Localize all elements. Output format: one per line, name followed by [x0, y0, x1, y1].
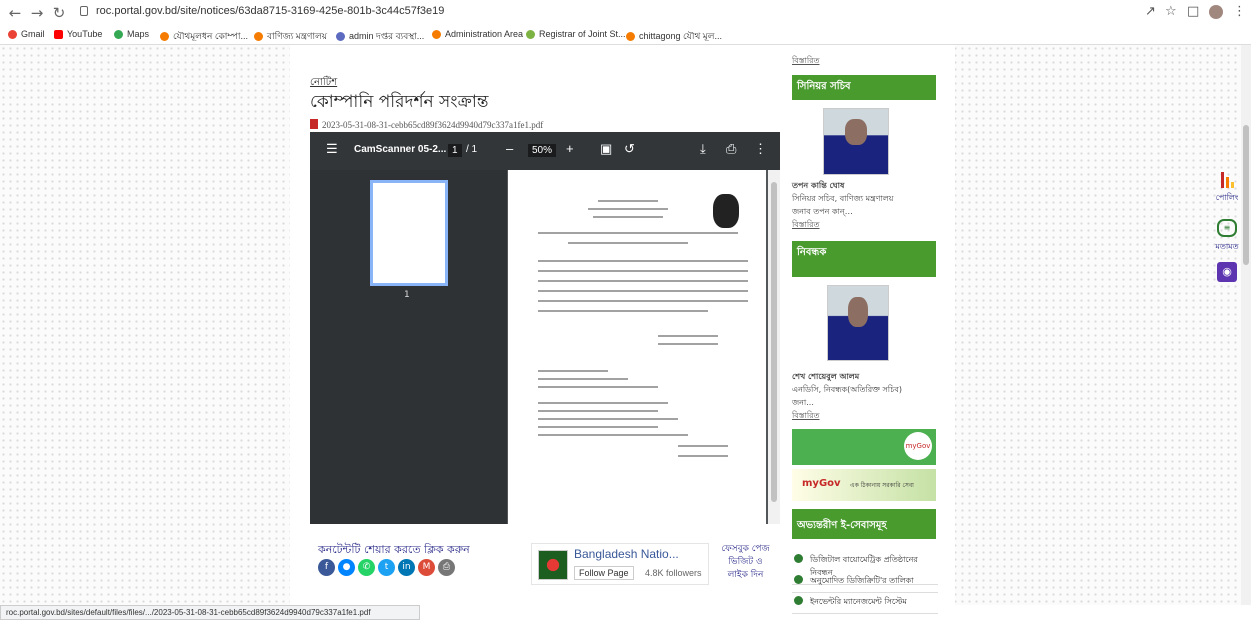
zoom-out-icon[interactable]: –: [506, 141, 513, 156]
lock-icon: [80, 6, 88, 16]
bookmark-roc[interactable]: যৌথমূলধন কোম্পা...: [160, 29, 248, 44]
browser-chrome: ← → ↻ roc.portal.gov.bd/site/notices/63d…: [0, 0, 1251, 45]
registrar-photo: [827, 285, 889, 361]
senior-secretary-heading: সিনিয়র সচিব: [792, 75, 936, 100]
sidepanel-icon[interactable]: □: [1187, 4, 1199, 19]
print-icon[interactable]: ⎙: [726, 141, 736, 157]
status-bar: roc.portal.gov.bd/sites/default/files/fi…: [0, 605, 420, 620]
social-share-buttons: f ● ✆ t in M ⎙: [318, 559, 455, 576]
zoom-input[interactable]: 50%: [528, 144, 557, 157]
twitter-icon[interactable]: t: [378, 559, 395, 576]
back-icon[interactable]: ←: [6, 4, 24, 22]
accessibility-icon[interactable]: ◉: [1217, 262, 1237, 282]
file-link[interactable]: 2023-05-31-08-31-cebb65cd89f3624d9940d79…: [310, 119, 543, 130]
facebook-widget[interactable]: Bangladesh Natio... Follow Page 4.8K fol…: [531, 543, 709, 585]
follow-button[interactable]: Follow Page: [574, 566, 634, 580]
avatar[interactable]: [1209, 5, 1223, 19]
bookmark-registrar[interactable]: Registrar of Joint St...: [526, 29, 626, 39]
eservice-item[interactable]: অনুমোদিত ডিজিক্রিটি'র তালিকা: [792, 571, 938, 593]
registrar-role: এনডিসি, নিবন্ধক(অতিরিক্ত সচিব): [792, 385, 902, 394]
more-icon[interactable]: ⋮: [754, 141, 767, 157]
menu-icon[interactable]: ☰: [326, 141, 338, 157]
registrar-name: শেখ শোয়েবুল আলম: [792, 372, 860, 381]
registrar-heading: নিবন্ধক: [792, 241, 936, 277]
share-label: কনটেন্টটি শেয়ার করতে ক্লিক করুন: [318, 543, 470, 556]
more-link[interactable]: বিস্তারিত: [792, 219, 820, 232]
bookmark-gmail[interactable]: Gmail: [8, 29, 45, 39]
registrar-note: জনা...: [792, 398, 814, 407]
mygov-logo: myGov: [904, 432, 932, 460]
pdf-scrollbar[interactable]: [768, 170, 780, 524]
pdf-title: CamScanner 05-2...: [354, 144, 447, 155]
eservice-item[interactable]: ইনভেন্টরি ম্যানেজমেন্ট সিস্টেম: [792, 592, 938, 614]
share-icon[interactable]: ↗: [1145, 4, 1156, 19]
reload-icon[interactable]: ↻: [50, 4, 68, 22]
more-link[interactable]: বিস্তারিত: [792, 410, 820, 423]
thumbnail-number: 1: [404, 290, 410, 300]
more-link[interactable]: বিস্তারিত: [792, 55, 820, 68]
page-logo: [538, 550, 568, 580]
rotate-icon[interactable]: ↺: [624, 141, 635, 157]
check-icon: [794, 596, 803, 605]
mygov-banner[interactable]: myGov: [792, 429, 936, 465]
email-icon[interactable]: M: [418, 559, 435, 576]
star-icon[interactable]: ☆: [1165, 4, 1177, 19]
mygov-ad[interactable]: myGov এক ঠিকানায় সরকারি সেবা: [792, 469, 936, 501]
sidebar: বিস্তারিত সিনিয়র সচিব তপন কান্তি ঘোষ সি…: [790, 45, 940, 614]
bookmark-chittagong[interactable]: chittagong যৌথ মূল...: [626, 29, 722, 44]
senior-secretary-name: তপন কান্তি ঘোষ: [792, 181, 845, 190]
bookmark-admin[interactable]: admin দপ্তর ব্যবস্থা...: [336, 29, 424, 44]
check-icon: [794, 575, 803, 584]
mygov-tagline: এক ঠিকানায় সরকারি সেবা: [850, 482, 914, 489]
fb-note[interactable]: ফেসবুক পেজ ভিজিট ও লাইক দিন: [718, 543, 773, 582]
feedback-icon[interactable]: ≡: [1217, 219, 1237, 237]
pdf-viewer: ☰ CamScanner 05-2... 1 / 1 – 50% + ▣ ↺ ⤓…: [310, 132, 780, 524]
follower-count: 4.8K followers: [645, 568, 702, 578]
senior-secretary-role: সিনিয়র সচিব, বাণিজ্য মন্ত্রণালয়: [792, 194, 894, 203]
pdf-toolbar: ☰ CamScanner 05-2... 1 / 1 – 50% + ▣ ↺ ⤓…: [310, 132, 780, 170]
menu-icon[interactable]: ⋮: [1233, 4, 1246, 19]
page-scrollbar[interactable]: [1241, 45, 1251, 605]
forward-icon[interactable]: →: [28, 4, 46, 22]
messenger-icon[interactable]: ●: [338, 559, 355, 576]
pdf-icon: [310, 119, 318, 129]
linkedin-icon[interactable]: in: [398, 559, 415, 576]
print-share-icon[interactable]: ⎙: [438, 559, 455, 576]
emblem-icon: [713, 194, 739, 228]
bookmark-youtube[interactable]: YouTube: [54, 29, 102, 39]
whatsapp-icon[interactable]: ✆: [358, 559, 375, 576]
page-title: কোম্পানি পরিদর্শন সংক্রান্ত: [310, 92, 489, 112]
fb-page-name[interactable]: Bangladesh Natio...: [574, 547, 679, 561]
bookmarks-bar: Gmail YouTube Maps যৌথমূলধন কোম্পা... বা…: [0, 27, 1251, 43]
facebook-icon[interactable]: f: [318, 559, 335, 576]
senior-secretary-photo: [823, 108, 889, 175]
zoom-in-icon[interactable]: +: [566, 141, 574, 156]
page-input[interactable]: 1: [448, 144, 462, 157]
bookmark-maps[interactable]: Maps: [114, 29, 149, 39]
senior-secretary-note: জনাব তপন কান্…: [792, 207, 853, 216]
download-icon[interactable]: ⤓: [700, 141, 706, 157]
fit-page-icon[interactable]: ▣: [600, 141, 612, 157]
thumbnail-pane: 1: [310, 170, 507, 524]
bookmark-administration[interactable]: Administration Area: [432, 29, 523, 39]
url-field[interactable]: roc.portal.gov.bd/site/notices/63da8715-…: [96, 5, 444, 17]
document-page: [508, 170, 766, 524]
address-bar-row: ← → ↻ roc.portal.gov.bd/site/notices/63d…: [0, 0, 1251, 26]
page-count: / 1: [466, 144, 478, 155]
page-thumbnail[interactable]: [370, 180, 448, 286]
eservices-heading: অভ্যন্তরীণ ই-সেবাসমূহ: [792, 509, 936, 539]
bookmark-commerce[interactable]: বাণিজ্য মন্ত্রণালয়: [254, 29, 327, 44]
mygov-text: myGov: [802, 478, 841, 489]
check-icon: [794, 554, 803, 563]
